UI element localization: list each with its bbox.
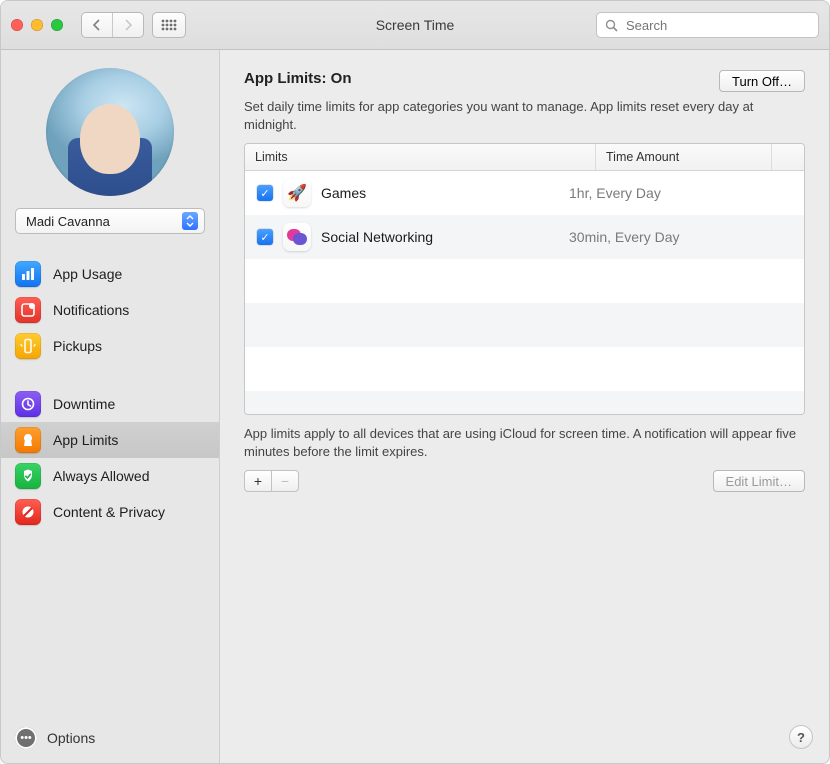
back-button[interactable] bbox=[82, 13, 112, 37]
sidebar-item-always-allowed[interactable]: Always Allowed bbox=[1, 458, 219, 494]
user-name: Madi Cavanna bbox=[26, 214, 110, 229]
remove-limit-button[interactable]: − bbox=[271, 470, 299, 492]
sidebar-item-notifications[interactable]: Notifications bbox=[1, 292, 219, 328]
footnote: App limits apply to all devices that are… bbox=[220, 415, 829, 466]
body: Madi Cavanna App Usage Notifications bbox=[1, 50, 829, 763]
page-title: App Limits: On bbox=[244, 70, 352, 87]
sidebar-item-label: Content & Privacy bbox=[53, 504, 165, 520]
app-limits-icon bbox=[15, 427, 41, 453]
games-icon: 🚀 bbox=[283, 179, 311, 207]
add-limit-button[interactable]: + bbox=[244, 470, 272, 492]
sidebar-options[interactable]: ••• Options bbox=[1, 716, 219, 763]
table-body: ✓ 🚀 Games 1hr, Every Day ✓ Social Networ… bbox=[245, 171, 804, 414]
sidebar-item-app-limits[interactable]: App Limits bbox=[1, 422, 219, 458]
screen-time-window: Screen Time Madi Cavanna bbox=[0, 0, 830, 764]
limit-checkbox[interactable]: ✓ bbox=[257, 185, 273, 201]
social-networking-icon bbox=[283, 223, 311, 251]
notifications-icon bbox=[15, 297, 41, 323]
nav-back-forward bbox=[81, 12, 144, 38]
show-all-button[interactable] bbox=[152, 12, 186, 38]
user-select[interactable]: Madi Cavanna bbox=[15, 208, 205, 234]
sidebar-item-label: App Usage bbox=[53, 266, 122, 282]
column-time-amount[interactable]: Time Amount bbox=[596, 144, 772, 170]
titlebar: Screen Time bbox=[1, 1, 829, 50]
zoom-button[interactable] bbox=[51, 19, 63, 31]
minimize-button[interactable] bbox=[31, 19, 43, 31]
page-description: Set daily time limits for app categories… bbox=[220, 98, 828, 143]
edit-limit-button[interactable]: Edit Limit… bbox=[713, 470, 805, 492]
sidebar-item-label: Pickups bbox=[53, 338, 102, 354]
sidebar-item-content-privacy[interactable]: Content & Privacy bbox=[1, 494, 219, 530]
limit-time: 30min, Every Day bbox=[569, 229, 679, 245]
user-avatar bbox=[46, 68, 174, 196]
table-row[interactable]: ✓ 🚀 Games 1hr, Every Day bbox=[245, 171, 804, 215]
forward-button[interactable] bbox=[112, 13, 143, 37]
sidebar-item-label: Downtime bbox=[53, 396, 115, 412]
main-panel: App Limits: On Turn Off… Set daily time … bbox=[220, 50, 829, 763]
sidebar-item-label: Notifications bbox=[53, 302, 129, 318]
close-button[interactable] bbox=[11, 19, 23, 31]
limit-name: Games bbox=[321, 185, 559, 201]
options-label: Options bbox=[47, 730, 95, 746]
sidebar-item-label: Always Allowed bbox=[53, 468, 150, 484]
sidebar-item-downtime[interactable]: Downtime bbox=[1, 386, 219, 422]
table-toolbar: + − Edit Limit… bbox=[220, 466, 829, 492]
chevron-up-down-icon bbox=[182, 212, 198, 230]
sidebar-item-label: App Limits bbox=[53, 432, 118, 448]
sidebar-item-pickups[interactable]: Pickups bbox=[1, 328, 219, 364]
search-input[interactable] bbox=[624, 17, 810, 34]
turn-off-button[interactable]: Turn Off… bbox=[719, 70, 805, 92]
table-row[interactable]: ✓ Social Networking 30min, Every Day bbox=[245, 215, 804, 259]
app-usage-icon bbox=[15, 261, 41, 287]
options-icon: ••• bbox=[15, 727, 37, 749]
search-icon bbox=[605, 19, 618, 32]
sidebar-item-app-usage[interactable]: App Usage bbox=[1, 256, 219, 292]
column-limits[interactable]: Limits bbox=[245, 144, 596, 170]
limit-checkbox[interactable]: ✓ bbox=[257, 229, 273, 245]
content-privacy-icon bbox=[15, 499, 41, 525]
grid-icon bbox=[161, 19, 177, 31]
help-button[interactable]: ? bbox=[789, 725, 813, 749]
window-controls bbox=[11, 19, 63, 31]
column-trailing bbox=[772, 144, 804, 170]
table-header: Limits Time Amount bbox=[245, 144, 804, 171]
limit-time: 1hr, Every Day bbox=[569, 185, 661, 201]
pickups-icon bbox=[15, 333, 41, 359]
limits-table: Limits Time Amount ✓ 🚀 Games 1hr, Every … bbox=[244, 143, 805, 415]
sidebar: Madi Cavanna App Usage Notifications bbox=[1, 50, 220, 763]
downtime-icon bbox=[15, 391, 41, 417]
always-allowed-icon bbox=[15, 463, 41, 489]
limit-name: Social Networking bbox=[321, 229, 559, 245]
search-field[interactable] bbox=[596, 12, 819, 38]
